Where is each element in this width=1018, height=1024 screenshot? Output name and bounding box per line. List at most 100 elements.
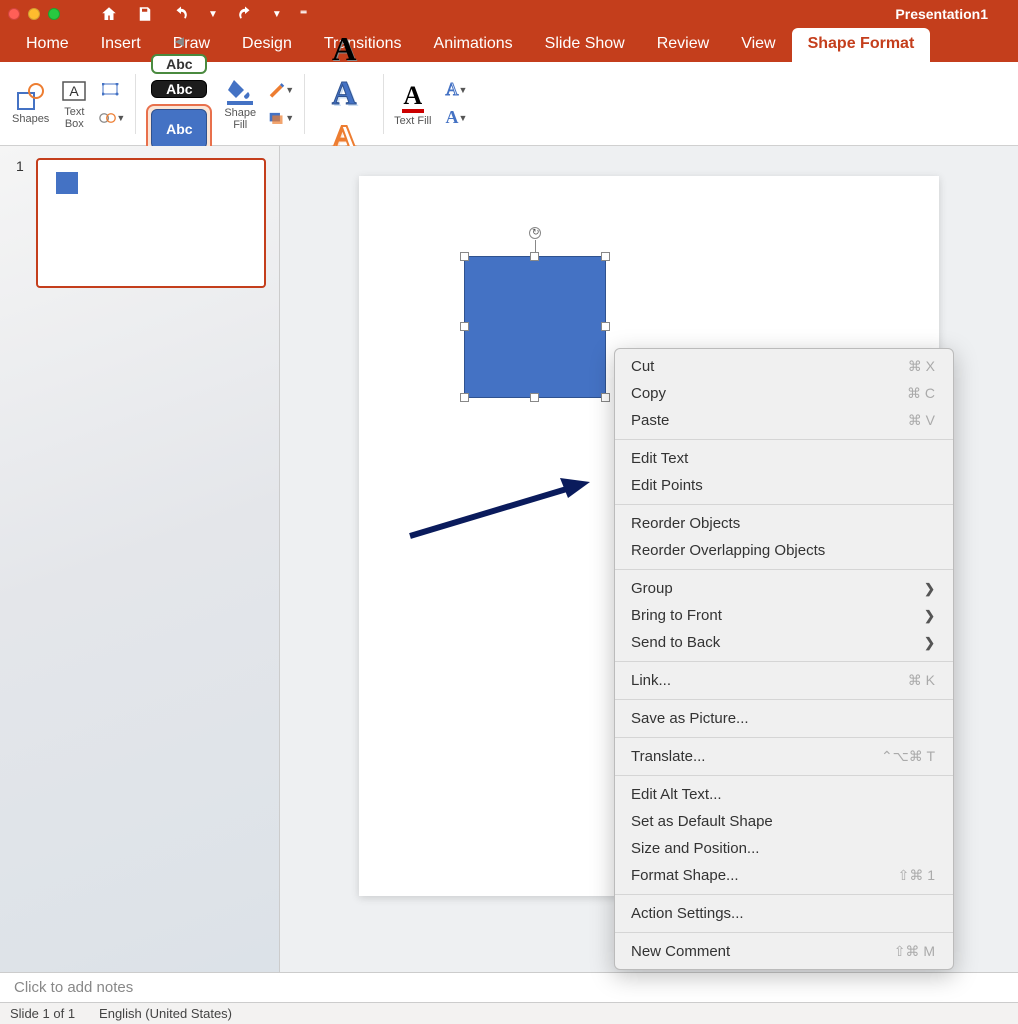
menu-separator xyxy=(615,439,953,440)
separator xyxy=(135,74,136,134)
resize-handle-tr[interactable] xyxy=(601,252,610,261)
tab-design[interactable]: Design xyxy=(226,28,308,62)
redo-dropdown-icon[interactable]: ▼ xyxy=(272,9,282,20)
customize-qat-icon[interactable]: ⁼ xyxy=(300,6,307,23)
minimize-window-icon[interactable] xyxy=(28,8,40,20)
shapes-group[interactable]: Shapes xyxy=(6,64,55,143)
resize-handle-br[interactable] xyxy=(601,393,610,402)
menu-copy[interactable]: Copy⌘ C xyxy=(615,380,953,407)
chevron-right-icon: ❯ xyxy=(924,581,935,597)
separator xyxy=(383,74,384,134)
menu-bring-to-front[interactable]: Bring to Front❯ xyxy=(615,602,953,629)
tab-home[interactable]: Home xyxy=(10,28,85,62)
shapes-icon xyxy=(16,83,46,111)
menu-format-shape[interactable]: Format Shape...⇧⌘ 1 xyxy=(615,862,953,889)
shapes-label: Shapes xyxy=(12,113,49,125)
textbox-icon: A xyxy=(61,78,87,104)
redo-icon[interactable] xyxy=(236,5,254,23)
bucket-icon xyxy=(226,76,254,100)
wordart-styles-gallery: A A A ▶ xyxy=(309,64,379,143)
slide-number: 1 xyxy=(16,158,24,174)
tab-view[interactable]: View xyxy=(725,28,791,62)
menu-edit-text[interactable]: Edit Text xyxy=(615,445,953,472)
resize-handle-t[interactable] xyxy=(530,252,539,261)
separator xyxy=(304,74,305,134)
thumbnail-shape xyxy=(56,172,78,194)
menu-reorder-objects[interactable]: Reorder Objects xyxy=(615,510,953,537)
undo-icon[interactable] xyxy=(172,5,190,23)
menu-reorder-overlapping[interactable]: Reorder Overlapping Objects xyxy=(615,537,953,564)
resize-handle-l[interactable] xyxy=(460,322,469,331)
slide-panel[interactable]: 1 xyxy=(0,146,280,972)
change-shape-icon[interactable]: ▼ xyxy=(99,106,125,130)
menu-separator xyxy=(615,661,953,662)
menu-separator xyxy=(615,775,953,776)
resize-handle-tl[interactable] xyxy=(460,252,469,261)
shape-effects-icon[interactable]: ▼ xyxy=(268,106,294,130)
menu-cut[interactable]: Cut⌘ X xyxy=(615,353,953,380)
text-fill-a-icon: A xyxy=(403,81,422,111)
resize-handle-r[interactable] xyxy=(601,322,610,331)
shape-style-black[interactable]: Abc xyxy=(151,80,207,98)
edit-shape-group: ▼ xyxy=(93,64,131,143)
shape-outline-icon[interactable]: ▼ xyxy=(268,78,294,102)
shape-styles-gallery: ◀ Abc Abc Abc ▶ xyxy=(140,64,218,143)
status-language[interactable]: English (United States) xyxy=(99,1006,232,1021)
home-icon[interactable] xyxy=(100,5,118,23)
menu-separator xyxy=(615,699,953,700)
undo-dropdown-icon[interactable]: ▼ xyxy=(208,9,218,20)
text-outline-effects-group: A▼ A▼ xyxy=(437,64,475,143)
status-bar: Slide 1 of 1 English (United States) xyxy=(0,1002,1018,1024)
text-fill-color-swatch xyxy=(402,109,424,113)
menu-set-default-shape[interactable]: Set as Default Shape xyxy=(615,808,953,835)
fill-color-swatch xyxy=(227,101,253,105)
chevron-right-icon: ❯ xyxy=(924,635,935,651)
close-window-icon[interactable] xyxy=(8,8,20,20)
edit-points-icon[interactable] xyxy=(99,78,125,102)
resize-handle-b[interactable] xyxy=(530,393,539,402)
textbox-label: Text Box xyxy=(64,106,84,130)
wordart-style-blue[interactable]: A xyxy=(315,75,373,113)
menu-paste[interactable]: Paste⌘ V xyxy=(615,407,953,434)
status-slide-indicator[interactable]: Slide 1 of 1 xyxy=(10,1006,75,1021)
rotation-handle-icon[interactable] xyxy=(529,227,541,239)
menu-new-comment[interactable]: New Comment⇧⌘ M xyxy=(615,938,953,965)
title-bar: ▼ ▼ ⁼ Presentation1 xyxy=(0,0,1018,28)
textbox-group[interactable]: A Text Box xyxy=(55,64,93,143)
menu-size-position[interactable]: Size and Position... xyxy=(615,835,953,862)
text-effects-icon[interactable]: A▼ xyxy=(443,106,469,130)
tab-insert[interactable]: Insert xyxy=(85,28,157,62)
text-fill-group[interactable]: A Text Fill xyxy=(388,64,437,143)
tab-animations[interactable]: Animations xyxy=(418,28,529,62)
menu-action-settings[interactable]: Action Settings... xyxy=(615,900,953,927)
gallery-prev-icon[interactable]: ◀ xyxy=(169,34,189,48)
menu-edit-alt-text[interactable]: Edit Alt Text... xyxy=(615,781,953,808)
shape-style-outline[interactable]: Abc xyxy=(151,54,207,74)
fullscreen-window-icon[interactable] xyxy=(48,8,60,20)
menu-group[interactable]: Group❯ xyxy=(615,575,953,602)
menu-translate[interactable]: Translate...⌃⌥⌘ T xyxy=(615,743,953,770)
menu-separator xyxy=(615,737,953,738)
resize-handle-bl[interactable] xyxy=(460,393,469,402)
shape-fill-label: Shape Fill xyxy=(224,107,256,131)
slide-thumbnail[interactable] xyxy=(36,158,266,288)
tab-shape-format[interactable]: Shape Format xyxy=(792,28,931,62)
text-outline-icon[interactable]: A▼ xyxy=(443,78,469,102)
menu-send-to-back[interactable]: Send to Back❯ xyxy=(615,629,953,656)
save-icon[interactable] xyxy=(136,5,154,23)
outline-effects-group: ▼ ▼ xyxy=(262,64,300,143)
tab-slideshow[interactable]: Slide Show xyxy=(529,28,641,62)
tab-review[interactable]: Review xyxy=(641,28,725,62)
svg-text:A: A xyxy=(70,83,80,99)
selected-rectangle-shape[interactable] xyxy=(464,256,606,398)
menu-separator xyxy=(615,569,953,570)
wordart-style-black[interactable]: A xyxy=(315,31,373,69)
menu-save-as-picture[interactable]: Save as Picture... xyxy=(615,705,953,732)
chevron-right-icon: ❯ xyxy=(924,608,935,624)
menu-edit-points[interactable]: Edit Points xyxy=(615,472,953,499)
menu-separator xyxy=(615,504,953,505)
notes-pane[interactable]: Click to add notes xyxy=(0,972,1018,1002)
text-fill-label: Text Fill xyxy=(394,115,431,127)
shape-fill-group[interactable]: Shape Fill xyxy=(218,64,262,143)
menu-link[interactable]: Link...⌘ K xyxy=(615,667,953,694)
